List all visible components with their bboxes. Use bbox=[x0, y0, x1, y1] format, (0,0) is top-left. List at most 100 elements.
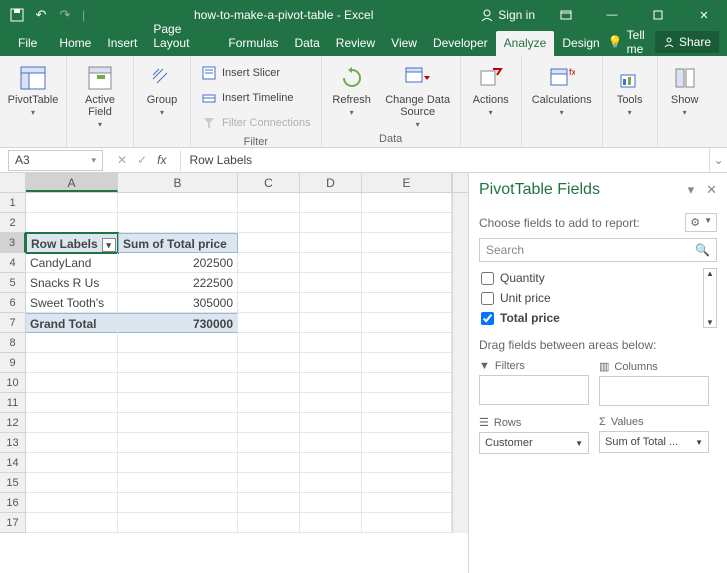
scroll-track[interactable] bbox=[452, 193, 468, 213]
cell[interactable] bbox=[26, 353, 118, 373]
cell[interactable] bbox=[26, 413, 118, 433]
show-button[interactable]: Show▾ bbox=[664, 60, 706, 119]
formula-input[interactable]: Row Labels bbox=[180, 150, 709, 171]
scroll-track[interactable] bbox=[452, 213, 468, 233]
cell[interactable] bbox=[300, 333, 362, 353]
scroll-track[interactable] bbox=[452, 293, 468, 313]
cell[interactable]: 305000 bbox=[118, 293, 238, 313]
cell[interactable] bbox=[362, 253, 452, 273]
expand-formula-bar-icon[interactable]: ⌄ bbox=[709, 148, 727, 172]
tab-analyze[interactable]: Analyze bbox=[496, 31, 555, 56]
save-icon[interactable] bbox=[8, 6, 26, 24]
cell[interactable] bbox=[300, 393, 362, 413]
cell[interactable] bbox=[118, 333, 238, 353]
pane-options-icon[interactable]: ▾ bbox=[688, 182, 695, 198]
maximize-button[interactable] bbox=[635, 0, 681, 30]
cell[interactable] bbox=[238, 453, 300, 473]
cell[interactable] bbox=[26, 373, 118, 393]
cell[interactable]: Sum of Total price bbox=[118, 233, 238, 253]
row-header[interactable]: 8 bbox=[0, 333, 26, 353]
cell[interactable] bbox=[362, 213, 452, 233]
insert-slicer-button[interactable]: Insert Slicer bbox=[197, 62, 315, 84]
cell[interactable] bbox=[238, 313, 300, 333]
enter-icon[interactable]: ✓ bbox=[137, 153, 147, 167]
cell[interactable] bbox=[362, 333, 452, 353]
scroll-track[interactable] bbox=[452, 393, 468, 413]
fx-icon[interactable]: fx bbox=[157, 153, 166, 167]
cell[interactable] bbox=[238, 253, 300, 273]
cell[interactable] bbox=[118, 213, 238, 233]
cell[interactable] bbox=[118, 513, 238, 533]
row-header[interactable]: 10 bbox=[0, 373, 26, 393]
cell[interactable] bbox=[362, 433, 452, 453]
cell[interactable] bbox=[238, 273, 300, 293]
cell[interactable]: Row Labels▾ bbox=[26, 233, 118, 253]
cell[interactable] bbox=[238, 193, 300, 213]
row-header[interactable]: 5 bbox=[0, 273, 26, 293]
scroll-track[interactable] bbox=[452, 313, 468, 333]
group-button[interactable]: Group▾ bbox=[140, 60, 184, 119]
cell[interactable] bbox=[118, 353, 238, 373]
cell[interactable]: CandyLand bbox=[26, 253, 118, 273]
tools-button[interactable]: Tools▾ bbox=[609, 60, 651, 119]
select-all-corner[interactable] bbox=[0, 173, 26, 192]
cell[interactable] bbox=[238, 353, 300, 373]
cell[interactable] bbox=[300, 233, 362, 253]
minimize-button[interactable]: — bbox=[589, 0, 635, 30]
cell[interactable] bbox=[362, 273, 452, 293]
values-value[interactable]: Sum of Total ...▼ bbox=[599, 431, 709, 453]
field-total-price[interactable]: Total price bbox=[479, 308, 703, 328]
row-header[interactable]: 3 bbox=[0, 233, 26, 253]
cell[interactable] bbox=[118, 373, 238, 393]
tab-formulas[interactable]: Formulas bbox=[220, 31, 286, 56]
cell[interactable] bbox=[300, 253, 362, 273]
change-data-source-button[interactable]: Change Data Source ▾ bbox=[382, 60, 454, 129]
cell[interactable] bbox=[362, 493, 452, 513]
cell[interactable]: 730000 bbox=[118, 313, 238, 333]
cell[interactable] bbox=[26, 493, 118, 513]
cell[interactable] bbox=[26, 473, 118, 493]
checkbox[interactable] bbox=[481, 312, 494, 325]
cell[interactable] bbox=[26, 513, 118, 533]
name-box[interactable]: A3▾ bbox=[8, 150, 103, 171]
pivottable-button[interactable]: PivotTable▾ bbox=[6, 60, 60, 119]
scroll-track[interactable] bbox=[452, 233, 468, 253]
cell[interactable] bbox=[26, 333, 118, 353]
scroll-track[interactable] bbox=[452, 493, 468, 513]
close-pane-icon[interactable]: ✕ bbox=[706, 182, 717, 198]
tab-page-layout[interactable]: Page Layout bbox=[145, 17, 220, 56]
cell[interactable] bbox=[362, 413, 452, 433]
close-button[interactable]: ✕ bbox=[681, 0, 727, 30]
actions-button[interactable]: Actions▾ bbox=[467, 60, 515, 119]
field-scrollbar[interactable]: ▲▼ bbox=[703, 268, 717, 328]
cell[interactable] bbox=[300, 373, 362, 393]
row-header[interactable]: 7 bbox=[0, 313, 26, 333]
row-header[interactable]: 9 bbox=[0, 353, 26, 373]
tab-home[interactable]: Home bbox=[51, 31, 99, 56]
row-header[interactable]: 17 bbox=[0, 513, 26, 533]
row-header[interactable]: 14 bbox=[0, 453, 26, 473]
tab-data[interactable]: Data bbox=[286, 31, 327, 56]
account-area[interactable]: Sign in bbox=[472, 8, 543, 22]
cell[interactable] bbox=[238, 213, 300, 233]
cell[interactable] bbox=[26, 213, 118, 233]
cell[interactable] bbox=[300, 213, 362, 233]
insert-timeline-button[interactable]: Insert Timeline bbox=[197, 87, 315, 109]
cell[interactable] bbox=[300, 513, 362, 533]
row-header[interactable]: 2 bbox=[0, 213, 26, 233]
row-header[interactable]: 6 bbox=[0, 293, 26, 313]
cell[interactable] bbox=[238, 333, 300, 353]
active-field-button[interactable]: Active Field ▾ bbox=[73, 60, 127, 129]
cell[interactable] bbox=[118, 493, 238, 513]
cell[interactable] bbox=[362, 353, 452, 373]
cell[interactable] bbox=[362, 393, 452, 413]
cell[interactable] bbox=[362, 233, 452, 253]
cell[interactable] bbox=[300, 413, 362, 433]
cell[interactable] bbox=[362, 373, 452, 393]
tab-review[interactable]: Review bbox=[328, 31, 383, 56]
cell[interactable] bbox=[118, 413, 238, 433]
row-header[interactable]: 11 bbox=[0, 393, 26, 413]
col-header-b[interactable]: B bbox=[118, 173, 238, 192]
scroll-track[interactable] bbox=[452, 333, 468, 353]
redo-icon[interactable]: ↷ bbox=[56, 6, 74, 24]
